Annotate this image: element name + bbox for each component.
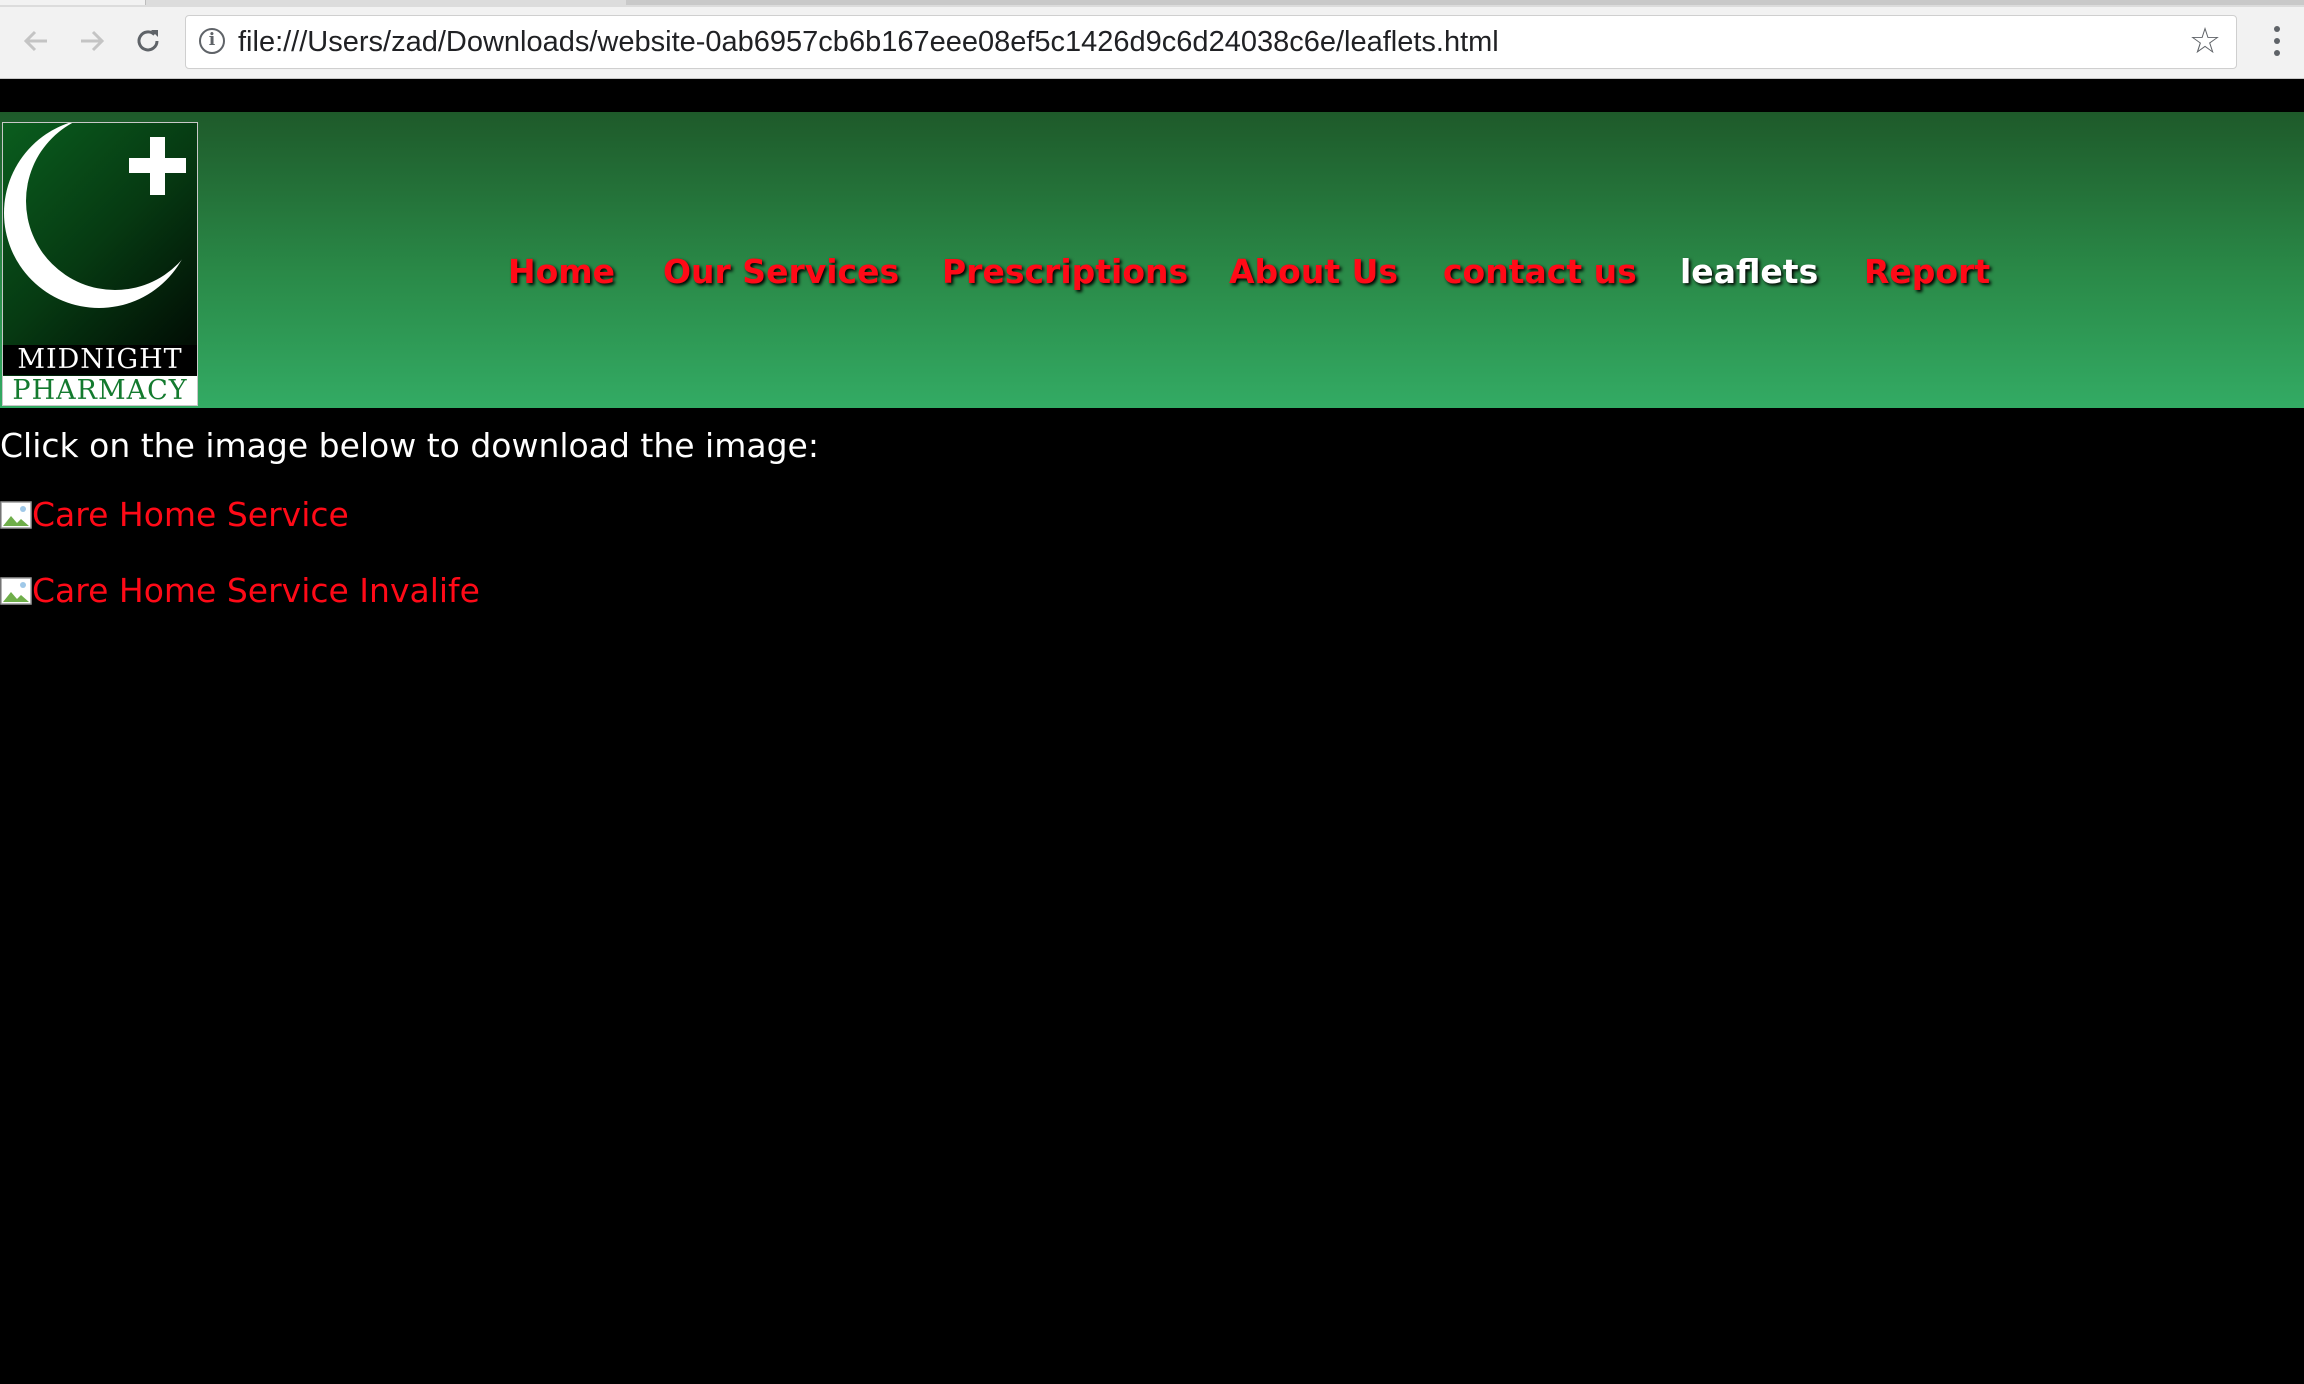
browser-toolbar: i file:///Users/zad/Downloads/website-0a…: [0, 0, 2304, 79]
reload-icon[interactable]: [126, 19, 170, 63]
nav-link-prescriptions[interactable]: Prescriptions: [942, 252, 1188, 292]
site-header: MIDNIGHT PHARMACY Home Our Services Pres…: [0, 112, 2304, 408]
url-text[interactable]: file:///Users/zad/Downloads/website-0ab6…: [238, 16, 1499, 68]
forward-arrow-icon[interactable]: [70, 19, 114, 63]
download-link-label[interactable]: Care Home Service: [32, 495, 349, 535]
nav-link-leaflets[interactable]: leaflets: [1680, 252, 1818, 292]
inactive-tab[interactable]: [626, 0, 2304, 5]
tab-strip: [0, 0, 2304, 7]
download-link-care-home-service[interactable]: Care Home Service: [0, 495, 349, 535]
address-bar[interactable]: i file:///Users/zad/Downloads/website-0a…: [185, 15, 2237, 69]
kebab-menu-icon[interactable]: [2262, 19, 2292, 63]
download-link-label[interactable]: Care Home Service Invalife: [32, 571, 480, 611]
nav-link-home[interactable]: Home: [508, 252, 615, 292]
broken-image-icon[interactable]: [0, 499, 32, 531]
nav-link-about-us[interactable]: About Us: [1229, 252, 1398, 292]
intro-text: Click on the image below to download the…: [0, 426, 819, 465]
nav-link-contact-us[interactable]: contact us: [1443, 252, 1637, 292]
star-icon[interactable]: ☆: [2186, 23, 2224, 61]
active-tab[interactable]: [0, 0, 146, 5]
download-link-care-home-service-invalife[interactable]: Care Home Service Invalife: [0, 571, 480, 611]
page-body: MIDNIGHT PHARMACY Home Our Services Pres…: [0, 79, 2304, 1384]
back-arrow-icon[interactable]: [14, 19, 58, 63]
nav-link-report[interactable]: Report: [1864, 252, 1990, 292]
broken-image-icon[interactable]: [0, 575, 32, 607]
main-nav: Home Our Services Prescriptions About Us…: [0, 112, 2304, 408]
nav-link-our-services[interactable]: Our Services: [663, 252, 899, 292]
info-icon[interactable]: i: [199, 28, 225, 54]
